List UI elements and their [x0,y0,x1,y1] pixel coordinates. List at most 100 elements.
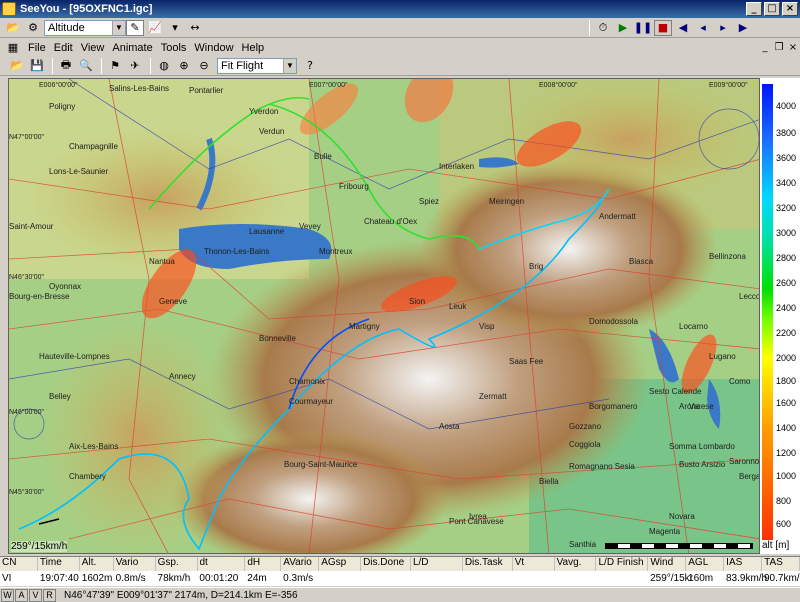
column-header[interactable]: Alt. [79,557,114,571]
tab-r[interactable]: R [43,588,56,602]
map-label: Domodossola [589,317,638,326]
column-header[interactable]: IAS [724,557,763,571]
play-icon[interactable]: ▶ [614,20,632,36]
coordinate-mark: N46°00'00" [9,408,45,416]
column-header[interactable]: L/D [410,557,463,571]
column-header[interactable]: AVario [281,557,320,571]
map-label: Somma Lombardo [669,442,735,451]
menu-window[interactable]: Window [190,42,237,54]
altitude-tick: 2200 [776,328,797,338]
column-header[interactable]: TAS [762,557,800,571]
map-label: Lons-Le-Saunier [49,167,108,176]
compare-icon[interactable]: ↔ [186,20,204,36]
clock-icon[interactable]: ⏱ [594,20,612,36]
map-label: Romagnano Sesia [569,462,635,471]
altitude-unit: alt [m] [762,540,790,551]
map-label: Pont Canavese [449,517,504,526]
globe-icon[interactable]: ◍ [155,58,173,74]
altitude-tick: 2600 [776,278,797,288]
graph-options-icon[interactable]: ▾ [166,20,184,36]
column-header[interactable]: dH [245,557,282,571]
map-label: Leuk [449,302,467,311]
graph-parameter-select[interactable]: Altitude ▼ [44,19,126,36]
column-header[interactable]: Dis.Done [361,557,411,571]
waypoint-icon[interactable]: ⚑ [106,58,124,74]
graph-icon[interactable]: 📈 [146,20,164,36]
terrain-map[interactable]: Salins-Les-Bains Poligny Champagnille Lo… [9,79,760,554]
column-header[interactable]: AGsp [319,557,362,571]
map-label: Bourg-en-Bresse [9,292,70,301]
map-label: Bourg-Saint-Maurice [284,460,358,469]
chevron-down-icon[interactable]: ▼ [112,20,125,35]
step-back-icon[interactable]: ◂ [694,20,712,36]
map-label: Montreux [319,247,352,256]
cursor-coordinates: N46°47'39" E009°01'37" 2174m, D=214.1km … [64,589,298,601]
zoom-out-icon[interactable]: ⊖ [195,58,213,74]
print-preview-icon[interactable]: 🔍 [77,58,95,74]
zoom-select[interactable]: Fit Flight ▼ [217,57,297,74]
table-row[interactable]: VI 19:07:40 1602m 0.8m/s 78km/h 00:01:20… [0,571,800,585]
altitude-tick: 2000 [776,353,797,363]
stop-icon[interactable]: ■ [654,19,672,36]
menu-view[interactable]: View [77,42,109,54]
whats-this-help-icon[interactable]: ? [301,58,319,74]
menu-help[interactable]: Help [238,42,269,54]
map-label: Andermatt [599,212,637,221]
rewind-icon[interactable]: ◀ [674,20,692,36]
chevron-down-icon[interactable]: ▼ [283,58,296,73]
highlight-icon[interactable]: ✎ [126,19,144,36]
map-label: Arona [679,402,701,411]
print-icon[interactable]: 🖶 [57,58,75,74]
table-cell: 0.8m/s [115,572,146,584]
open-flight-icon[interactable]: 📂 [4,20,22,36]
menu-file[interactable]: File [24,42,50,54]
column-header[interactable]: Dis.Task [462,557,513,571]
altitude-tick: 3000 [776,228,797,238]
table-cell: 00:01:20 [199,572,239,584]
flight-options-icon[interactable]: ⚙ [24,20,42,36]
column-header[interactable]: AGL [686,557,725,571]
save-icon[interactable]: 💾 [28,58,46,74]
open-icon[interactable]: 📂 [8,58,26,74]
tab-a[interactable]: A [15,588,28,602]
column-header[interactable]: CN [0,557,38,571]
column-header[interactable]: Vavg. [554,557,597,571]
tab-v[interactable]: V [29,588,42,602]
pause-icon[interactable]: ❚❚ [634,20,652,36]
column-header[interactable]: dt [197,557,246,571]
map-label: Magenta [649,527,681,536]
map-label: Belley [49,392,71,401]
doc-minimize-icon[interactable]: _ [758,42,772,53]
task-icon[interactable]: ✈ [126,58,144,74]
menu-tools[interactable]: Tools [157,42,191,54]
doc-close-icon[interactable]: × [786,42,800,53]
map-label: Yverdon [249,107,278,116]
doc-restore-icon[interactable]: ❐ [772,42,786,53]
column-header[interactable]: Gsp. [155,557,198,571]
flight-data-table: CN Time Alt. Vario Gsp. dt dH AVario AGs… [0,556,800,586]
column-header[interactable]: Vario [113,557,156,571]
maximize-button[interactable]: □ [764,2,780,16]
close-button[interactable]: × [782,2,798,16]
minimize-button[interactable]: _ [746,2,762,16]
column-header[interactable]: Time [37,557,80,571]
map-label: Busto Arsizio [679,460,726,469]
menu-animate[interactable]: Animate [108,42,156,54]
fast-forward-icon[interactable]: ▶ [734,20,752,36]
map-label: Saas Fee [509,357,544,366]
altitude-tick: 3400 [776,178,797,188]
column-header[interactable]: L/D Finish [596,557,649,571]
tab-w[interactable]: W [1,588,14,602]
map-label: Brig [529,262,543,271]
toolbar-separator [101,57,102,74]
step-forward-icon[interactable]: ▸ [714,20,732,36]
zoom-in-icon[interactable]: ⊕ [175,58,193,74]
column-header[interactable]: Vt [512,557,555,571]
table-header: CN Time Alt. Vario Gsp. dt dH AVario AGs… [0,557,800,571]
map-label: Chamonix [289,377,325,386]
column-header[interactable]: Wind [648,557,687,571]
map-label: Coggiola [569,440,601,449]
menu-edit[interactable]: Edit [50,42,77,54]
map-view[interactable]: Salins-Les-Bains Poligny Champagnille Lo… [8,78,760,554]
map-label: Oyonnax [49,282,81,291]
